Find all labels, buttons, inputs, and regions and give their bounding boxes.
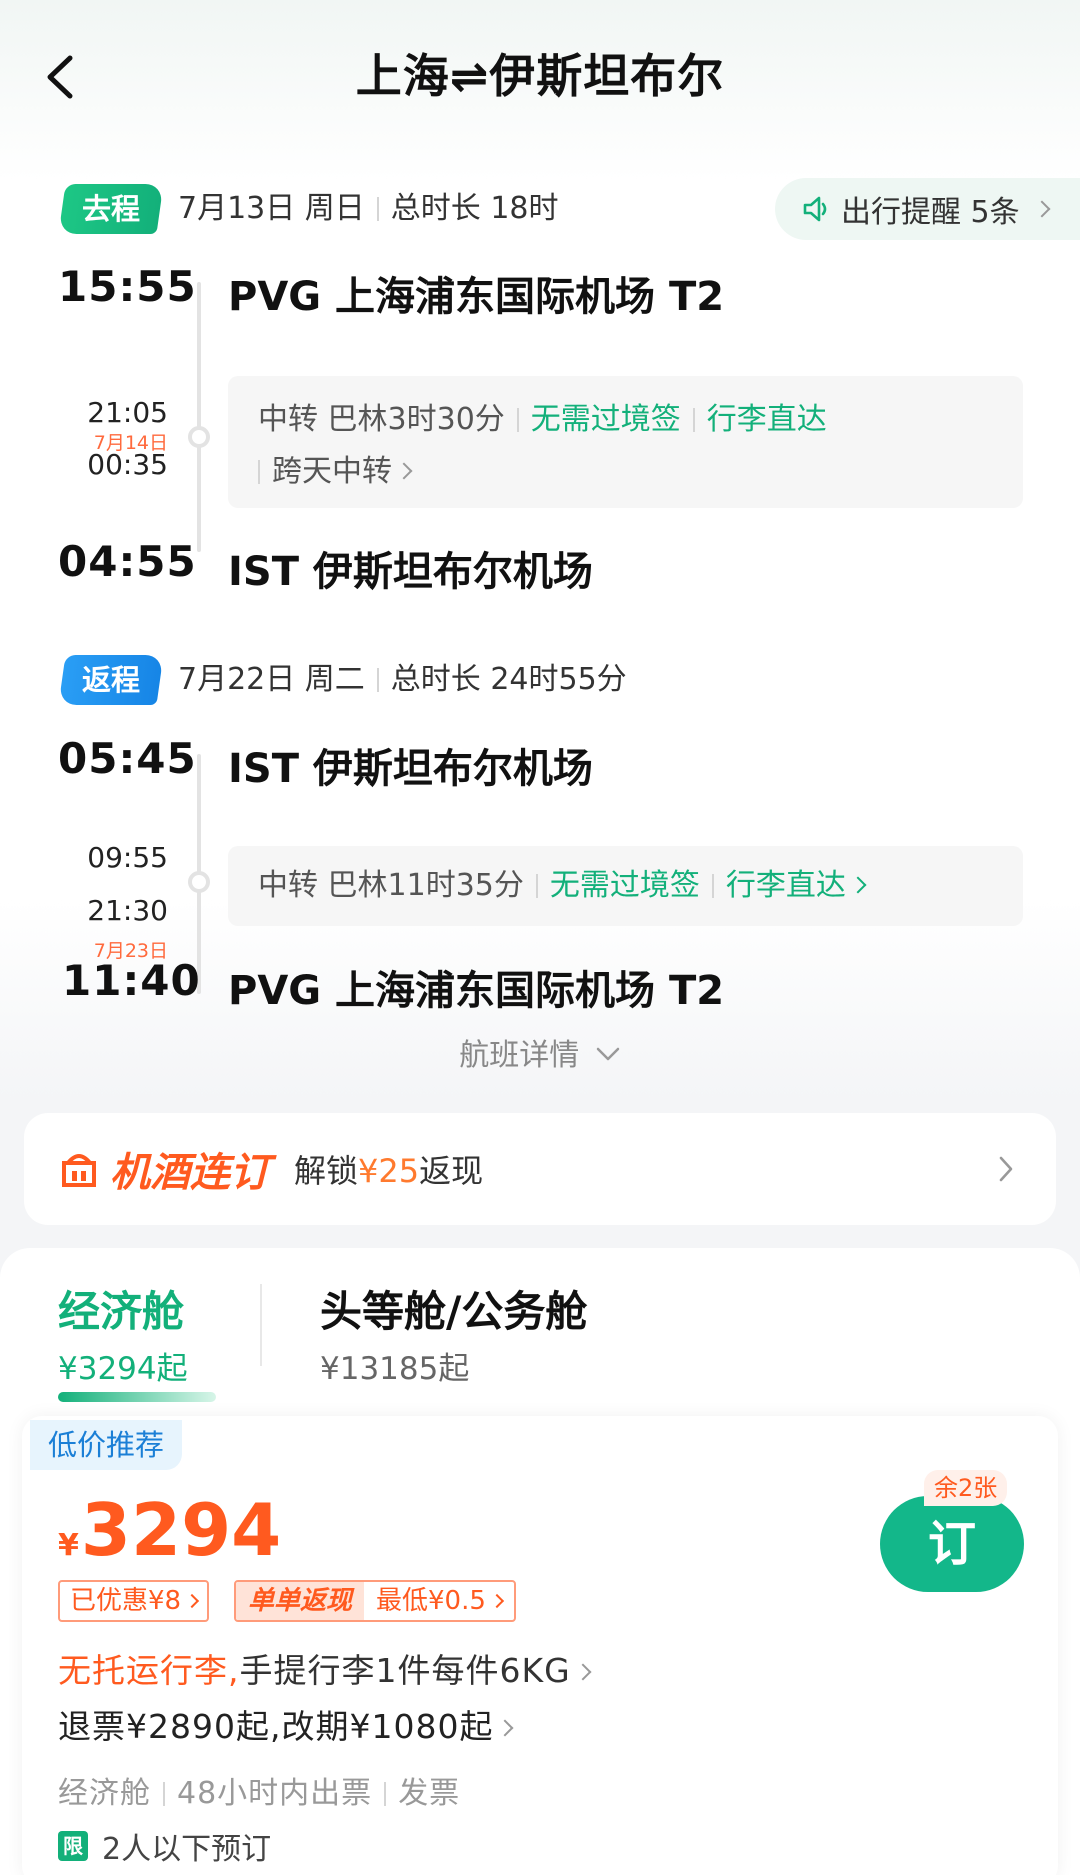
page-title: 上海⇌伊斯坦布尔 (355, 49, 725, 103)
chevron-right-icon (849, 876, 867, 894)
cashback-label: 单单返现 (236, 1582, 365, 1620)
booking-limit: 限 2人以下预订 (58, 1824, 271, 1868)
chevron-right-icon (185, 1593, 200, 1609)
hotel-bundle-banner[interactable]: 机酒连订 解锁¥25返现 (24, 1113, 1056, 1225)
return-duration: 总时长 24时55分 (390, 662, 627, 697)
bundle-logo-icon (62, 1154, 96, 1187)
return-visa: 无需过境签 (549, 868, 700, 903)
discount-label: 已优惠¥8 (70, 1586, 182, 1616)
fare-price: ¥3294 (58, 1488, 281, 1572)
outbound-transfer-dep: 00:35 (87, 448, 168, 481)
refund-info[interactable]: 退票¥2890起,改期¥1080起 (58, 1700, 514, 1748)
outbound-info: 7月13日 周日 总时长 18时 (178, 184, 559, 234)
return-date: 7月22日 周二 (178, 662, 365, 697)
outbound-duration: 总时长 18时 (390, 191, 559, 226)
return-transfer-arr: 09:55 (87, 841, 168, 874)
fare-meta: 经济舱 48小时内出票 发票 (58, 1768, 460, 1812)
outbound-overnight: 跨天中转 (272, 454, 392, 489)
return-dep-airport: IST 伊斯坦布尔机场 (228, 746, 593, 792)
speaker-icon (803, 196, 827, 222)
return-baggage-direct: 行李直达 (725, 868, 846, 903)
flight-detail-toggle[interactable]: 航班详情 (0, 1030, 1080, 1074)
return-transfer-dep: 21:30 (87, 894, 168, 927)
remaining-seats-badge: 余2张 (924, 1470, 1008, 1506)
outbound-visa: 无需过境签 (530, 402, 681, 437)
outbound-transfer-arr: 21:05 (87, 396, 168, 429)
tab-economy-name: 经济舱 (58, 1287, 185, 1336)
return-tag: 返程 (58, 655, 164, 705)
tab-business[interactable]: 头等舱/公务舱 ¥13185起 (320, 1278, 587, 1388)
return-transfer-text: 中转 巴林11时35分 (258, 868, 524, 903)
cashback-value: 最低¥0.5 (364, 1582, 514, 1620)
chevron-down-icon (596, 1047, 620, 1061)
chevron-right-icon (489, 1593, 504, 1609)
carry-on-baggage: 手提行李1件每件6KG (239, 1651, 571, 1690)
return-info: 7月22日 周二 总时长 24时55分 (178, 655, 627, 705)
tab-active-indicator (58, 1392, 216, 1402)
outbound-arr-airport: IST 伊斯坦布尔机场 (228, 549, 593, 595)
outbound-baggage-direct: 行李直达 (706, 402, 827, 437)
book-button[interactable]: 订 (880, 1496, 1024, 1592)
outbound-tag: 去程 (58, 184, 164, 234)
tab-business-name: 头等舱/公务舱 (320, 1287, 588, 1336)
meta-cabin: 经济舱 (58, 1776, 151, 1811)
limit-text: 2人以下预订 (102, 1832, 272, 1867)
chevron-right-icon (496, 1719, 514, 1737)
discount-chip[interactable]: 已优惠¥8 (58, 1580, 210, 1622)
outbound-transfer-text: 中转 巴林3时30分 (258, 402, 505, 437)
meta-invoice: 发票 (398, 1776, 461, 1811)
chevron-right-icon (395, 462, 413, 480)
outbound-arr-time: 04:55 (58, 537, 197, 586)
low-price-badge: 低价推荐 (30, 1420, 183, 1470)
fare-amount: 3294 (80, 1488, 282, 1572)
meta-ticketing: 48小时内出票 (177, 1776, 373, 1811)
tab-economy[interactable]: 经济舱 ¥3294起 (58, 1278, 188, 1388)
fare-currency: ¥ (58, 1528, 79, 1563)
refund-text: 退票¥2890起,改期¥1080起 (58, 1707, 494, 1746)
return-arr-time: 11:40 (62, 956, 201, 1005)
return-transfer-box[interactable]: 中转 巴林11时35分 无需过境签 行李直达 (228, 846, 1023, 926)
limit-icon: 限 (58, 1831, 88, 1861)
travel-reminder[interactable]: 出行提醒 5条 (775, 178, 1080, 240)
bundle-brand: 机酒连订 (110, 1150, 270, 1196)
baggage-info[interactable]: 无托运行李,手提行李1件每件6KG (58, 1644, 592, 1692)
chevron-right-icon (999, 1156, 1013, 1182)
chevron-right-icon (1033, 200, 1051, 218)
tab-economy-price: ¥3294起 (58, 1351, 188, 1387)
reminder-label: 出行提醒 5条 (841, 195, 1020, 230)
outbound-transfer-dot (188, 426, 210, 448)
tab-divider (260, 1284, 262, 1366)
cashback-chip[interactable]: 单单返现 最低¥0.5 (234, 1580, 516, 1622)
tab-business-price: ¥13185起 (320, 1351, 470, 1387)
flight-detail-label: 航班详情 (459, 1038, 580, 1073)
chevron-right-icon (574, 1663, 592, 1681)
bundle-promo: 解锁¥25返现 (294, 1152, 484, 1190)
outbound-transfer-box[interactable]: 中转 巴林3时30分 无需过境签 行李直达 跨天中转 (228, 376, 1023, 508)
return-transfer-dot (188, 871, 210, 893)
outbound-date: 7月13日 周日 (178, 191, 365, 226)
return-arr-airport: PVG 上海浦东国际机场 T2 (228, 968, 725, 1014)
outbound-dep-airport: PVG 上海浦东国际机场 T2 (228, 274, 725, 320)
return-dep-time: 05:45 (58, 734, 197, 783)
outbound-timeline (197, 282, 201, 552)
outbound-dep-time: 15:55 (58, 262, 197, 311)
no-checked-baggage: 无托运行李, (58, 1651, 240, 1690)
